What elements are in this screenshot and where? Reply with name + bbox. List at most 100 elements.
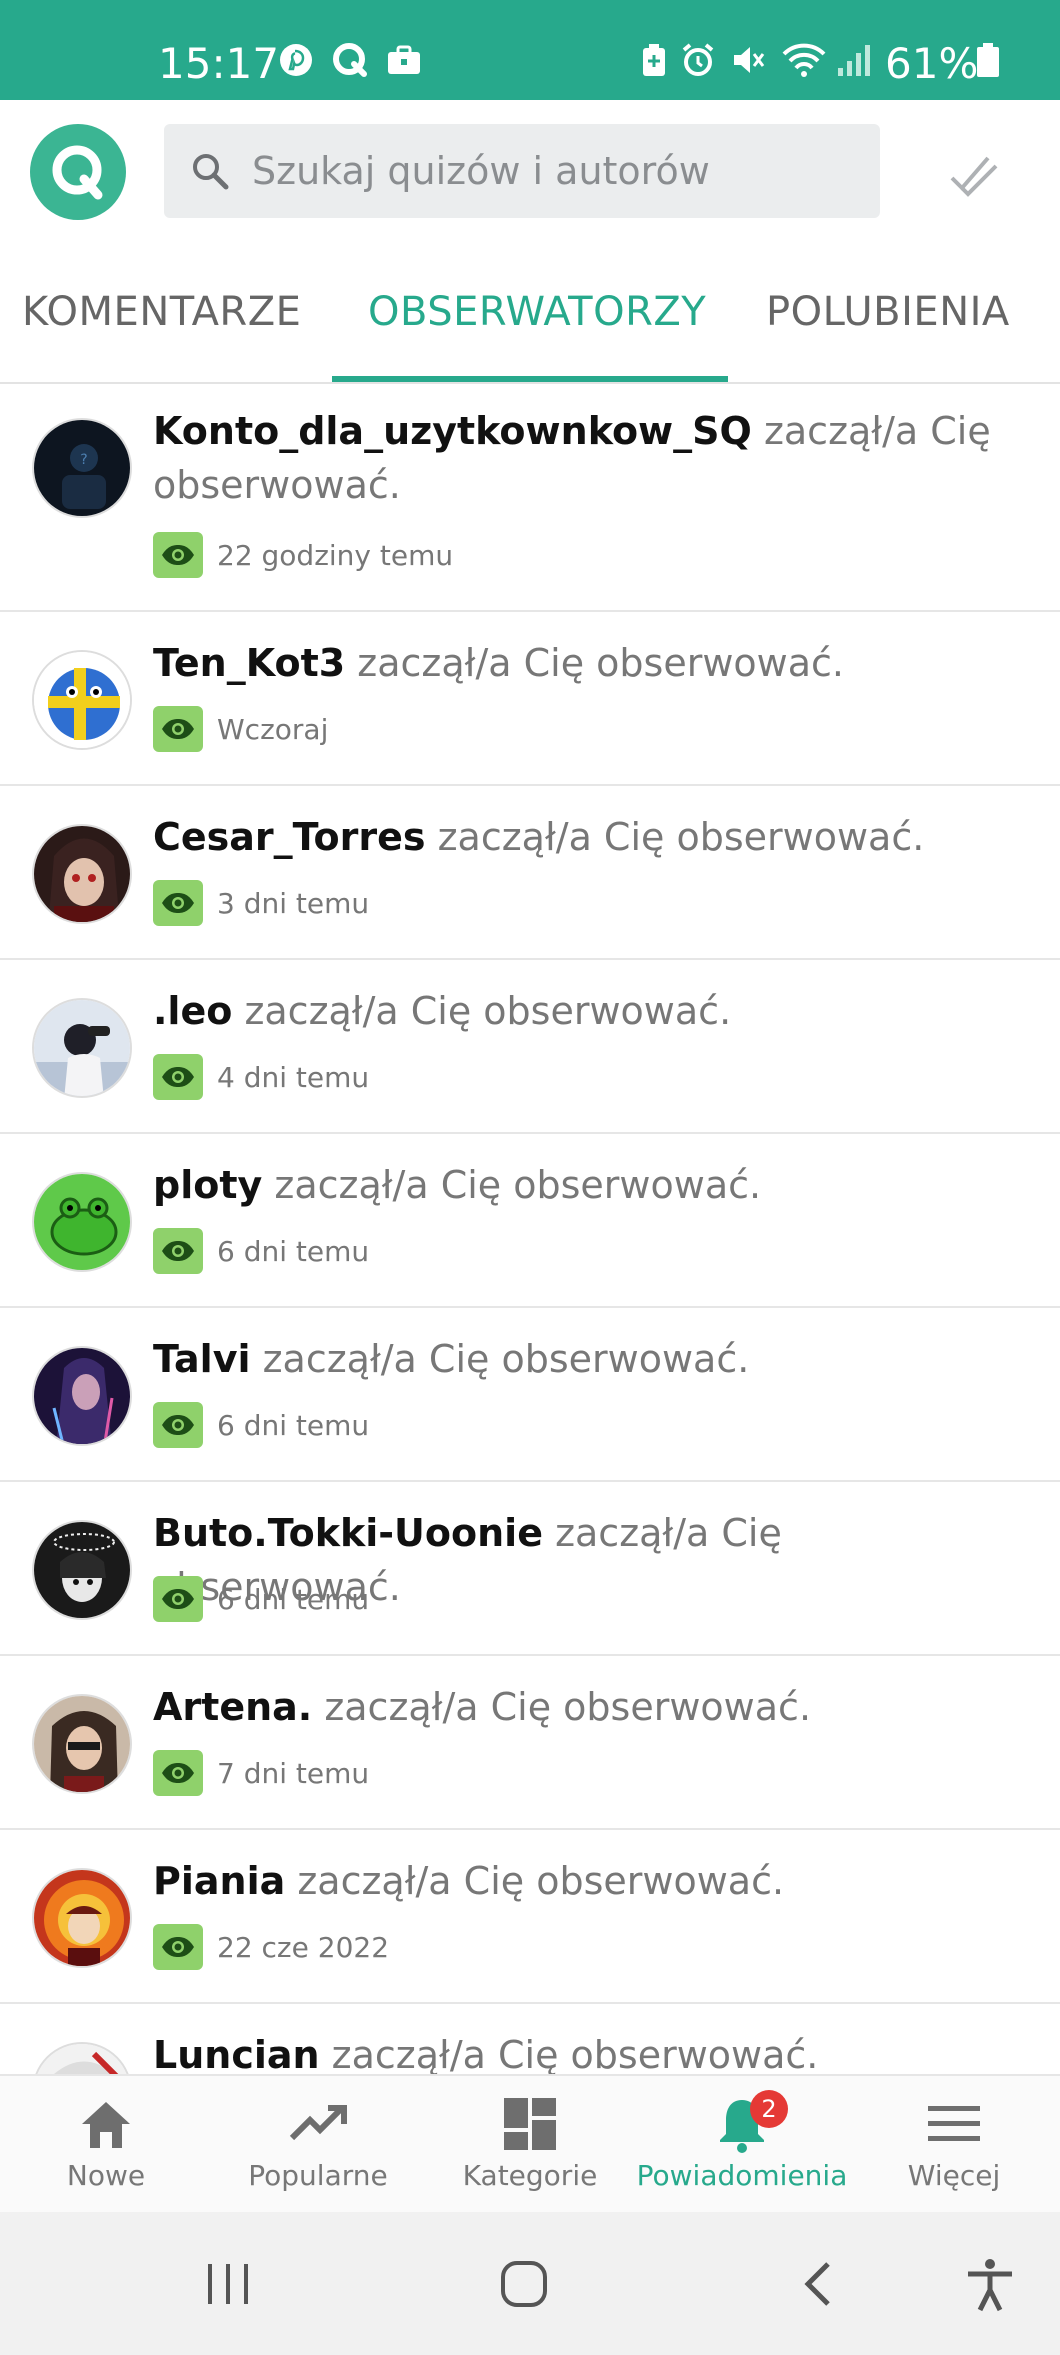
username[interactable]: Luncian	[153, 2033, 320, 2074]
home-icon	[82, 2102, 130, 2148]
notification-text: zaczął/a Cię obserwować.	[274, 1163, 762, 1207]
notification-text: zaczął/a Cię obserwować.	[244, 989, 732, 1033]
tab-komentarze[interactable]: KOMENTARZE	[22, 240, 301, 384]
status-bar: 15:17 61%	[0, 0, 1060, 100]
nav-label: Popularne	[248, 2159, 388, 2192]
notification-tabs: KOMENTARZE OBSERWATORZY POLUBIENIA	[0, 240, 1060, 384]
avatar: ?	[32, 418, 132, 518]
briefcase-icon	[388, 45, 420, 74]
nav-nowe[interactable]: Nowe	[0, 2076, 212, 2214]
notification-time: Wczoraj	[217, 712, 329, 746]
list-item[interactable]: ploty zaczął/a Cię obserwować. 6 dni tem…	[0, 1134, 1060, 1308]
home-button-icon[interactable]	[494, 2254, 554, 2314]
eye-icon	[153, 880, 203, 926]
nav-kategorie[interactable]: Kategorie	[424, 2076, 636, 2214]
notification-time: 3 dni temu	[217, 886, 370, 920]
tab-polubienia[interactable]: POLUBIENIA	[766, 240, 1010, 384]
avatar	[32, 2042, 132, 2074]
eye-icon	[153, 1750, 203, 1796]
nav-label: Powiadomienia	[636, 2159, 848, 2192]
username[interactable]: Artena.	[153, 1685, 312, 1729]
tab-obserwatorzy[interactable]: OBSERWATORZY	[368, 240, 706, 384]
notification-time: 22 cze 2022	[217, 1930, 390, 1964]
recent-apps-icon[interactable]	[198, 2254, 258, 2314]
pinterest-icon	[280, 44, 312, 76]
list-item[interactable]: .leo zaczął/a Cię obserwować. 4 dni temu	[0, 960, 1060, 1134]
notification-text: zaczął/a Cię obserwować.	[297, 1859, 785, 1903]
app-logo[interactable]	[30, 124, 126, 220]
app-header	[0, 100, 1060, 240]
notification-text: zaczął/a Cię obserwować.	[357, 641, 845, 685]
list-item[interactable]: Luncian zaczął/a Cię obserwować.	[0, 2004, 1060, 2074]
nav-label: Nowe	[66, 2159, 146, 2192]
back-icon[interactable]	[790, 2254, 850, 2314]
username[interactable]: .leo	[153, 989, 232, 1033]
notification-time: 6 dni temu	[217, 1582, 370, 1616]
search-icon	[193, 154, 229, 190]
username[interactable]: Cesar_Torres	[153, 815, 426, 859]
username[interactable]: ploty	[153, 1163, 262, 1207]
username[interactable]: Piania	[153, 1859, 285, 1903]
username[interactable]: Talvi	[153, 1337, 251, 1381]
notification-text: zaczął/a Cię obserwować.	[262, 1337, 750, 1381]
active-tab-indicator	[332, 376, 728, 382]
eye-icon	[153, 1402, 203, 1448]
avatar	[32, 1346, 132, 1446]
username[interactable]: Ten_Kot3	[153, 641, 345, 685]
list-item[interactable]: Buto.Tokki-Uoonie zaczął/a Cię obserwowa…	[0, 1482, 1060, 1656]
avatar	[32, 824, 132, 924]
menu-icon	[928, 2106, 980, 2141]
nav-powiadomienia[interactable]: 2 Powiadomienia	[636, 2076, 848, 2214]
signal-icon	[838, 45, 870, 76]
eye-icon	[153, 1924, 203, 1970]
username[interactable]: Konto_dla_uzytkownkow_SQ	[153, 409, 752, 453]
notification-text: zaczął/a Cię obserwować.	[331, 2033, 819, 2074]
quiz-logo-icon	[52, 145, 103, 200]
system-nav-bar	[0, 2212, 1060, 2355]
notification-time: 4 dni temu	[217, 1060, 370, 1094]
notification-list: ? Konto_dla_uzytkownkow_SQ zaczął/a Cię …	[0, 384, 1060, 2074]
notification-time: 22 godziny temu	[217, 538, 454, 572]
mute-icon	[734, 47, 765, 73]
list-item[interactable]: Artena. zaczął/a Cię obserwować. 7 dni t…	[0, 1656, 1060, 1830]
search-bar[interactable]	[164, 124, 880, 218]
list-item[interactable]: Talvi zaczął/a Cię obserwować. 6 dni tem…	[0, 1308, 1060, 1482]
avatar	[32, 1520, 132, 1620]
username[interactable]: Buto.Tokki-Uoonie	[153, 1511, 543, 1555]
mark-all-read-icon[interactable]	[946, 148, 1002, 204]
list-item[interactable]: ? Konto_dla_uzytkownkow_SQ zaczął/a Cię …	[0, 384, 1060, 612]
nav-wiecej[interactable]: Więcej	[848, 2076, 1060, 2214]
notification-time: 6 dni temu	[217, 1408, 370, 1442]
notification-text: zaczął/a Cię obserwować.	[437, 815, 925, 859]
list-item[interactable]: Cesar_Torres zaczął/a Cię obserwować. 3 …	[0, 786, 1060, 960]
avatar	[32, 1694, 132, 1794]
eye-icon	[153, 1576, 203, 1622]
battery-icon	[977, 43, 999, 77]
avatar	[32, 1868, 132, 1968]
quizapp-icon	[333, 43, 367, 77]
eye-icon	[153, 1228, 203, 1274]
wifi-icon	[782, 43, 826, 77]
trending-icon	[289, 2105, 347, 2141]
eye-icon	[153, 706, 203, 752]
svg-text:?: ?	[80, 452, 87, 468]
accessibility-icon[interactable]	[960, 2254, 1020, 2314]
avatar	[32, 650, 132, 750]
eye-icon	[153, 1054, 203, 1100]
nav-label: Więcej	[907, 2159, 1001, 2192]
search-input[interactable]	[252, 124, 862, 218]
eye-icon	[153, 532, 203, 578]
notification-text: zaczął/a Cię obserwować.	[324, 1685, 812, 1729]
avatar	[32, 1172, 132, 1272]
nav-popularne[interactable]: Popularne	[212, 2076, 424, 2214]
battery-saver-icon	[643, 44, 665, 76]
nav-label: Kategorie	[462, 2159, 598, 2192]
notification-count-badge: 2	[750, 2090, 788, 2128]
list-item[interactable]: Ten_Kot3 zaczął/a Cię obserwować. Wczora…	[0, 612, 1060, 786]
notification-time: 7 dni temu	[217, 1756, 370, 1790]
dashboard-icon	[504, 2098, 556, 2150]
list-item[interactable]: Piania zaczął/a Cię obserwować. 22 cze 2…	[0, 1830, 1060, 2004]
battery-percent: 61%	[885, 39, 979, 88]
alarm-icon	[682, 43, 714, 76]
bottom-nav: Nowe Popularne Kategorie 2 Powiadomienia	[0, 2074, 1060, 2212]
